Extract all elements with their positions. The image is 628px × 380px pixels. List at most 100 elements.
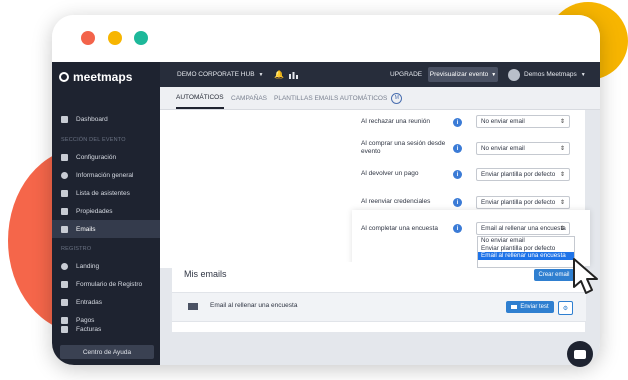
setting-label: Al devolver un pago [361,170,419,177]
user-name: Demos Meetmaps [524,71,577,78]
gear-icon [61,153,68,161]
sidebar: meetmaps Dashboard SECCIÓN DEL EVENTO Co… [52,62,160,365]
gear-icon[interactable]: ⚙ [558,301,573,315]
info-icon[interactable]: i [453,118,462,127]
tab-plantillas[interactable]: PLANTILLAS EMAILS AUTOMÁTICOS M [274,87,403,109]
sidebar-item-entradas[interactable]: Entradas [52,293,160,311]
user-menu[interactable]: Demos Meetmaps ▼ [508,62,586,87]
window-minimize-dot[interactable] [108,31,122,45]
users-icon [61,189,68,197]
sidebar-item-informacion[interactable]: Información general [52,166,160,184]
sidebar-item-label: Propiedades [76,207,113,215]
select-value: Enviar plantilla por defecto [481,199,556,206]
send-test-label: Enviar test [520,304,549,310]
chart-icon[interactable] [289,62,298,87]
setting-label: Al comprar una sesión desde evento [361,140,446,155]
sidebar-item-label: Emails [76,225,96,233]
window-titlebar [52,15,600,62]
preview-label: Previsualizar evento [429,71,489,78]
sidebar-item-label: Landing [76,262,100,270]
my-emails-title: Mis emails [184,269,227,279]
mail-icon [61,225,68,233]
setting-label: Al rechazar una reunión [361,118,431,125]
dropdown-option-selected[interactable]: Email al rellenar una encuesta [478,252,574,260]
select-value: Email al rellenar una encuesta [481,225,566,232]
dropdown-option[interactable]: Enviar plantilla por defecto [478,245,574,253]
sidebar-item-formulario[interactable]: Formulario de Registro [52,275,160,293]
globe-icon [61,262,68,270]
sidebar-item-label: Entradas [76,298,103,306]
chat-button[interactable] [567,341,593,367]
select-dropdown: No enviar email Enviar plantilla por def… [477,236,575,268]
select-arrow-icon: ⇕ [559,172,565,178]
avatar [508,68,520,81]
sidebar-item-configuracion[interactable]: Configuración [52,148,160,166]
select-value: No enviar email [481,145,525,152]
event-selector[interactable]: DEMO CORPORATE HUB ▼ [177,62,263,87]
tab-bar: AUTOMÁTICOS CAMPAÑAS PLANTILLAS EMAILS A… [160,87,600,110]
mail-icon [511,305,518,309]
sidebar-item-label: Formulario de Registro [76,280,143,288]
preview-event-button[interactable]: Previsualizar evento ▼ [428,67,498,82]
window-maximize-dot[interactable] [134,31,148,45]
sidebar-item-dashboard[interactable]: Dashboard [52,110,160,128]
setting-select-open[interactable]: Email al rellenar una encuesta ⇕ [476,222,570,235]
ticket-icon [61,298,68,306]
brand-logo[interactable]: meetmaps [59,69,132,85]
chat-icon [574,349,586,359]
cursor-icon [573,258,598,294]
help-center-button[interactable]: Centro de Ayuda [60,345,154,359]
setting-select[interactable]: No enviar email ⇕ [476,142,570,155]
select-arrow-icon: ⇕ [559,226,565,232]
info-icon[interactable]: i [453,144,462,153]
sidebar-section-registro: REGISTRO [61,246,92,252]
invoice-icon [61,325,68,333]
sidebar-item-asistentes[interactable]: Lista de asistentes [52,184,160,202]
setting-select[interactable]: No enviar email ⇕ [476,115,570,128]
info-icon[interactable]: i [453,198,462,207]
tab-badge: M [391,92,403,104]
chevron-down-icon: ▼ [580,71,586,78]
sidebar-item-label: Lista de asistentes [76,189,130,197]
chevron-down-icon: ▼ [491,71,497,78]
setting-select[interactable]: Enviar plantilla por defecto ⇕ [476,196,570,209]
form-icon [61,280,68,288]
info-icon[interactable]: i [453,224,462,233]
select-arrow-icon: ⇕ [559,200,565,206]
setting-label: Al reenviar credenciales [361,198,431,205]
sidebar-item-propiedades[interactable]: Propiedades [52,202,160,220]
sidebar-item-label: Información general [76,171,134,179]
brand-name: meetmaps [73,70,133,84]
mail-icon [188,303,198,310]
window-close-dot[interactable] [81,31,95,45]
sidebar-section-event: SECCIÓN DEL EVENTO [61,137,126,143]
select-arrow-icon: ⇕ [559,146,565,152]
select-value: No enviar email [481,118,525,125]
sidebar-item-facturas[interactable]: Facturas [52,320,160,338]
tab-automaticos[interactable]: AUTOMÁTICOS [176,87,224,109]
setting-label: Al completar una encuesta [361,225,438,232]
create-email-button[interactable]: Crear email [534,269,574,281]
dropdown-option[interactable]: No enviar email [478,237,574,245]
email-name: Email al rellenar una encuesta [210,302,298,309]
logo-icon [59,72,69,82]
send-test-button[interactable]: Enviar test [506,301,554,313]
sidebar-item-label: Configuración [76,153,117,161]
sidebar-item-label: Facturas [76,325,102,333]
event-name: DEMO CORPORATE HUB [177,71,255,78]
sidebar-item-landing[interactable]: Landing [52,257,160,275]
table-row[interactable]: Email al rellenar una encuesta Enviar te… [172,292,586,322]
upgrade-link[interactable]: UPGRADE [390,62,422,87]
setting-select[interactable]: Enviar plantilla por defecto ⇕ [476,168,570,181]
info-icon[interactable]: i [453,170,462,179]
select-arrow-icon: ⇕ [559,119,565,125]
tab-campanas[interactable]: CAMPAÑAS [231,87,267,109]
chevron-down-icon: ▼ [258,71,264,78]
sidebar-item-label: Dashboard [76,115,108,123]
dashboard-icon [61,115,68,123]
info-icon [61,171,68,179]
top-bar: DEMO CORPORATE HUB ▼ 🔔 UPGRADE Previsual… [160,62,600,87]
tab-label: PLANTILLAS EMAILS AUTOMÁTICOS [274,94,388,102]
bell-icon[interactable]: 🔔 [274,62,284,87]
sidebar-item-emails[interactable]: Emails [52,220,160,238]
